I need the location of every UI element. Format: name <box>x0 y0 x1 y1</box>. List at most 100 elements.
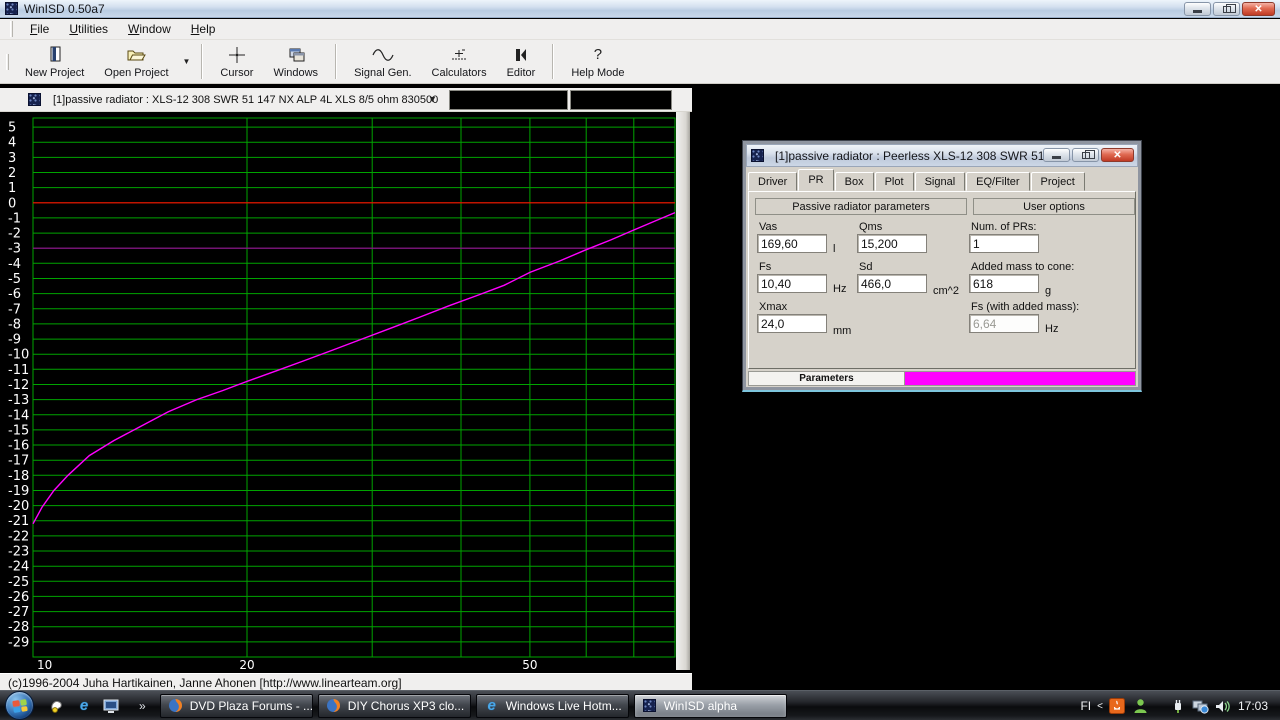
network-icon[interactable] <box>1192 698 1209 715</box>
task-button-winisd-alpha[interactable]: WinISD alpha <box>634 694 787 718</box>
open-project-button[interactable]: Open Project <box>94 40 178 83</box>
minimize-icon <box>1052 156 1061 159</box>
windows-flag-icon <box>12 699 28 713</box>
volume-icon[interactable] <box>1215 698 1232 715</box>
y-axis-label: -23 <box>8 545 29 560</box>
dialog-minimize-button[interactable] <box>1043 148 1070 162</box>
tray-collapse-chevron[interactable]: < <box>1097 701 1103 712</box>
chevron-down-icon[interactable]: ▼ <box>428 94 437 104</box>
y-axis-label: -4 <box>8 257 21 272</box>
menu-item-window[interactable]: Window <box>119 20 180 38</box>
y-axis-label: 4 <box>8 136 16 151</box>
menu-item-help[interactable]: Help <box>182 20 225 38</box>
tab-plot[interactable]: Plot <box>875 172 914 191</box>
dialog-close-button[interactable]: ✕ <box>1101 148 1134 162</box>
task-label: DVD Plaza Forums - ... <box>190 699 313 713</box>
section-button-user-options[interactable]: User options <box>973 198 1135 215</box>
fs-unit: Hz <box>833 283 846 295</box>
added-mass-input[interactable] <box>969 274 1039 293</box>
tab-eq-filter[interactable]: EQ/Filter <box>966 172 1029 191</box>
task-button-diy-chorus[interactable]: DIY Chorus XP3 clo... <box>318 694 471 718</box>
plot-area[interactable]: 543210-1-2-3-4-5-6-7-8-9-10-11-12-13-14-… <box>0 112 676 670</box>
editor-button[interactable]: Editor <box>497 40 546 83</box>
task-button-windows-live-hotmail[interactable]: e Windows Live Hotm... <box>476 694 629 718</box>
status-text: (c)1996-2004 Juha Hartikainen, Janne Aho… <box>4 676 692 690</box>
project-selector[interactable]: [1]passive radiator : XLS-12 308 SWR 51 … <box>53 94 438 106</box>
tab-signal[interactable]: Signal <box>915 172 966 191</box>
fs-input[interactable] <box>757 274 827 293</box>
crosshair-icon <box>228 45 246 65</box>
parameters-status-label: Parameters <box>748 371 905 386</box>
num-prs-label: Num. of PRs: <box>971 221 1036 233</box>
y-axis-label: -5 <box>8 272 21 287</box>
added-mass-label: Added mass to cone: <box>971 261 1074 273</box>
transfer-function-magnitude <box>33 213 675 524</box>
java-icon[interactable] <box>1109 698 1126 715</box>
menu-bar: File Utilities Window Help <box>0 19 1280 40</box>
new-project-icon <box>47 45 63 65</box>
progress-bar <box>905 371 1136 386</box>
project-bar: [1]passive radiator : XLS-12 308 SWR 51 … <box>0 88 692 112</box>
start-button[interactable] <box>5 691 34 720</box>
menu-item-file[interactable]: File <box>21 20 58 38</box>
show-desktop-icon[interactable] <box>102 697 120 715</box>
signal-gen-button[interactable]: Signal Gen. <box>344 40 421 83</box>
cursor-readout-panel-1 <box>449 90 568 110</box>
vas-input[interactable] <box>757 234 827 253</box>
cursor-label: Cursor <box>220 67 253 79</box>
y-axis-label: -2 <box>8 227 21 242</box>
power-plug-icon[interactable] <box>1169 698 1186 715</box>
y-axis-label: -9 <box>8 333 21 348</box>
xmax-label: Xmax <box>759 301 787 313</box>
qms-input[interactable] <box>857 234 927 253</box>
menu-item-utilities[interactable]: Utilities <box>60 20 117 38</box>
close-button[interactable]: ✕ <box>1242 2 1275 16</box>
restore-icon <box>1082 152 1090 159</box>
open-project-dropdown-arrow[interactable]: ▼ <box>179 57 195 66</box>
clock[interactable]: 17:03 <box>1238 699 1268 713</box>
y-axis-label: 5 <box>8 121 16 136</box>
cursor-button[interactable]: Cursor <box>210 40 263 83</box>
calculators-label: Calculators <box>432 67 487 79</box>
y-axis-label: -25 <box>8 575 29 590</box>
y-axis-label: -15 <box>8 423 29 438</box>
quick-launch-app-icon[interactable] <box>48 697 66 715</box>
internet-explorer-icon[interactable]: e <box>75 697 93 715</box>
y-axis-label: -19 <box>8 484 29 499</box>
fs-label: Fs <box>759 261 771 273</box>
firefox-icon <box>326 698 342 714</box>
minimize-button[interactable] <box>1184 2 1211 16</box>
xmax-unit: mm <box>833 325 851 337</box>
taskbar: e » DVD Plaza Forums - ... DIY Chorus XP… <box>0 690 1280 720</box>
new-project-button[interactable]: New Project <box>15 40 94 83</box>
messenger-buddy-icon[interactable] <box>1132 698 1149 715</box>
sd-input[interactable] <box>857 274 927 293</box>
open-folder-icon <box>126 45 146 65</box>
editor-label: Editor <box>507 67 536 79</box>
tab-pr[interactable]: PR <box>798 169 833 191</box>
tab-project[interactable]: Project <box>1031 172 1085 191</box>
x-axis-label: 50 <box>522 658 537 670</box>
project-icon <box>28 93 41 106</box>
y-axis-label: -13 <box>8 393 29 408</box>
windows-button[interactable]: Windows <box>263 40 328 83</box>
restore-button[interactable] <box>1213 2 1240 16</box>
xmax-input[interactable] <box>757 314 827 333</box>
x-axis-label: 10 <box>37 658 52 670</box>
dialog-titlebar[interactable]: [1]passive radiator : Peerless XLS-12 30… <box>746 144 1138 167</box>
quick-launch-overflow-chevron[interactable]: » <box>139 699 146 713</box>
num-prs-input[interactable] <box>969 234 1039 253</box>
dialog-status-row: Parameters <box>748 371 1136 386</box>
help-mode-button[interactable]: ? Help Mode <box>561 40 634 83</box>
section-button-passive-radiator-parameters[interactable]: Passive radiator parameters <box>755 198 967 215</box>
tab-box[interactable]: Box <box>835 172 874 191</box>
dialog-icon <box>751 149 764 162</box>
calculators-button[interactable]: Calculators <box>422 40 497 83</box>
task-label: DIY Chorus XP3 clo... <box>348 699 465 713</box>
sd-label: Sd <box>859 261 872 273</box>
task-button-dvd-plaza[interactable]: DVD Plaza Forums - ... <box>160 694 313 718</box>
tab-driver[interactable]: Driver <box>748 172 797 191</box>
dialog-restore-button[interactable] <box>1072 148 1099 162</box>
language-indicator[interactable]: FI <box>1080 699 1091 713</box>
firefox-icon <box>168 698 184 714</box>
